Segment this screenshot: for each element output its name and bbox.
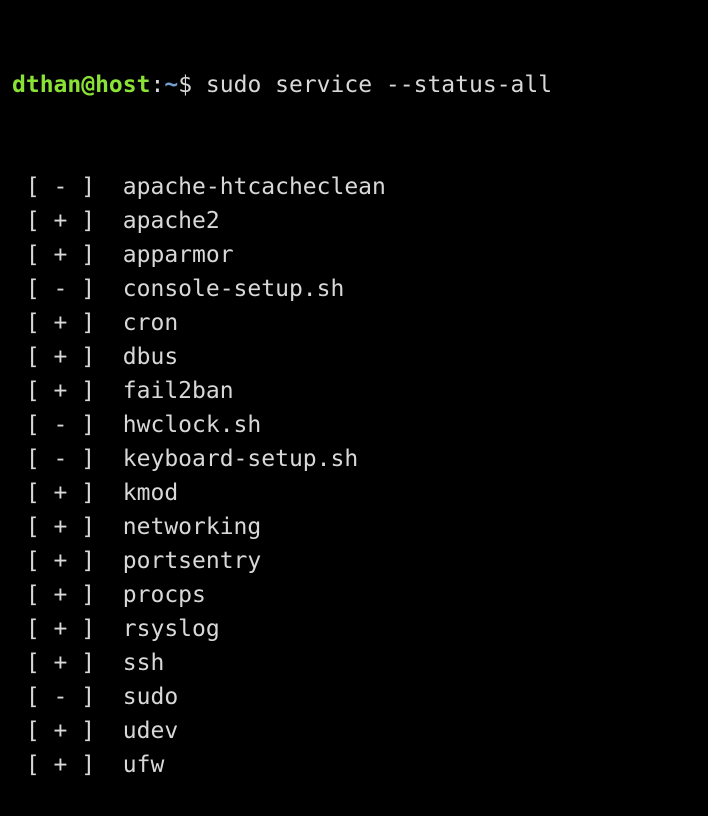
- service-row: [ + ] kmod: [12, 476, 708, 510]
- service-status: [ + ]: [12, 752, 123, 778]
- service-status: [ - ]: [12, 412, 123, 438]
- service-row: [ + ] apache2: [12, 204, 708, 238]
- service-name: cron: [122, 310, 179, 336]
- service-row: [ + ] rsyslog: [12, 612, 708, 646]
- service-name: rsyslog: [122, 616, 220, 642]
- prompt-path: ~: [164, 72, 179, 98]
- terminal-window[interactable]: dthan@host:~$ sudo service --status-all …: [0, 0, 708, 778]
- service-row: [ + ] apparmor: [12, 238, 708, 272]
- service-status: [ - ]: [12, 174, 123, 200]
- service-row: [ + ] networking: [12, 510, 708, 544]
- service-row: [ - ] keyboard-setup.sh: [12, 442, 708, 476]
- service-status: [ + ]: [12, 344, 123, 370]
- service-row: [ + ] procps: [12, 578, 708, 612]
- service-status: [ + ]: [12, 718, 123, 744]
- service-status: [ + ]: [12, 208, 123, 234]
- prompt-colon: :: [150, 72, 165, 98]
- service-row: [ - ] console-setup.sh: [12, 272, 708, 306]
- service-name: console-setup.sh: [122, 276, 345, 302]
- service-name: dbus: [122, 344, 179, 370]
- service-name: udev: [122, 718, 179, 744]
- service-row: [ + ] portsentry: [12, 544, 708, 578]
- service-name: apache2: [122, 208, 220, 234]
- service-status: [ + ]: [12, 616, 123, 642]
- service-name: portsentry: [122, 548, 262, 574]
- service-name: sudo: [122, 684, 179, 710]
- service-row: [ + ] cron: [12, 306, 708, 340]
- service-row: [ + ] fail2ban: [12, 374, 708, 408]
- service-status: [ + ]: [12, 242, 123, 268]
- prompt-line: dthan@host:~$ sudo service --status-all: [12, 68, 708, 102]
- service-status: [ + ]: [12, 650, 123, 676]
- service-row: [ - ] apache-htcacheclean: [12, 170, 708, 204]
- service-status: [ + ]: [12, 310, 123, 336]
- service-status: [ - ]: [12, 276, 123, 302]
- service-status: [ + ]: [12, 514, 123, 540]
- service-name: ufw: [122, 752, 165, 778]
- service-name: kmod: [122, 480, 179, 506]
- service-name: apache-htcacheclean: [122, 174, 386, 200]
- service-row: [ + ] udev: [12, 714, 708, 748]
- service-status-list: [ - ] apache-htcacheclean [ + ] apache2 …: [12, 170, 708, 782]
- service-name: hwclock.sh: [122, 412, 262, 438]
- command-text: sudo service --status-all: [192, 72, 553, 98]
- service-name: networking: [122, 514, 262, 540]
- prompt-dollar: $: [178, 72, 193, 98]
- service-status: [ - ]: [12, 446, 123, 472]
- service-status: [ + ]: [12, 548, 123, 574]
- service-name: keyboard-setup.sh: [122, 446, 359, 472]
- service-row: [ - ] sudo: [12, 680, 708, 714]
- service-row: [ + ] ufw: [12, 748, 708, 782]
- service-status: [ + ]: [12, 582, 123, 608]
- service-name: apparmor: [122, 242, 234, 268]
- service-row: [ + ] ssh: [12, 646, 708, 680]
- service-name: ssh: [122, 650, 165, 676]
- service-status: [ - ]: [12, 684, 123, 710]
- prompt-user-host: dthan@host: [12, 72, 151, 98]
- service-name: procps: [122, 582, 206, 608]
- service-row: [ - ] hwclock.sh: [12, 408, 708, 442]
- service-row: [ + ] dbus: [12, 340, 708, 374]
- service-name: fail2ban: [122, 378, 234, 404]
- service-status: [ + ]: [12, 480, 123, 506]
- service-status: [ + ]: [12, 378, 123, 404]
